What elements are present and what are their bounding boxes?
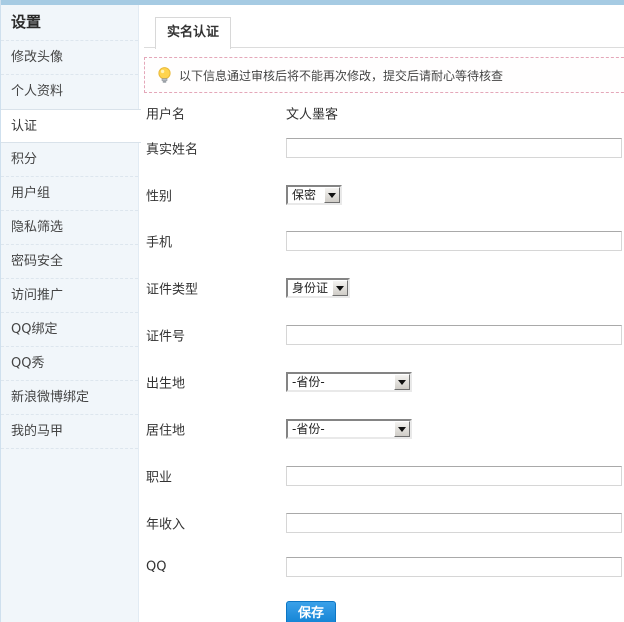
chevron-down-icon (398, 427, 406, 436)
realname-input[interactable] (286, 138, 622, 158)
tab-realname-verification[interactable]: 实名认证 (155, 17, 231, 49)
form-row-residence: 居住地 -省份- (146, 419, 622, 439)
form-row-qq: QQ (146, 557, 622, 577)
qq-label: QQ (146, 560, 166, 575)
username-value: 文人墨客 (286, 104, 338, 123)
sidebar-item-usergroup[interactable]: 用户组 (1, 177, 138, 211)
dropdown-arrow-button[interactable] (394, 421, 410, 437)
form-row-occupation: 职业 (146, 466, 622, 486)
sidebar-item-my-alias[interactable]: 我的马甲 (1, 415, 138, 449)
form-row-birthplace: 出生地 -省份- (146, 372, 622, 392)
idtype-select[interactable]: 身份证 (286, 278, 350, 298)
sidebar-item-qq-bind[interactable]: QQ绑定 (1, 313, 138, 347)
idnumber-input[interactable] (286, 325, 622, 345)
sidebar-item-qq-show[interactable]: QQ秀 (1, 347, 138, 381)
notice-banner: 以下信息通过审核后将不能再次修改，提交后请耐心等待核查 (144, 57, 624, 93)
realname-label: 真实姓名 (146, 139, 198, 158)
form-row-realname: 真实姓名 (146, 138, 622, 158)
form-row-idnumber: 证件号 (146, 325, 622, 345)
qq-input[interactable] (286, 557, 622, 577)
save-button[interactable]: 保存 (286, 601, 336, 622)
gender-label: 性别 (146, 186, 172, 205)
birthplace-select[interactable]: -省份- (286, 372, 412, 392)
form-row-gender: 性别 保密 (146, 185, 622, 205)
form-row-username: 用户名 文人墨客 (146, 103, 622, 123)
residence-select-value: -省份- (288, 422, 394, 436)
form-row-income: 年收入 (146, 513, 622, 533)
settings-page: 设置 修改头像 个人资料 认证 积分 用户组 隐私筛选 密码安全 访问推广 QQ… (0, 0, 624, 622)
dropdown-arrow-button[interactable] (324, 187, 340, 203)
sidebar-item-password-security[interactable]: 密码安全 (1, 245, 138, 279)
idtype-label: 证件类型 (146, 279, 198, 298)
sidebar-item-avatar[interactable]: 修改头像 (1, 41, 138, 75)
sidebar-item-verification[interactable]: 认证 (1, 109, 141, 143)
occupation-input[interactable] (286, 466, 622, 486)
gender-select[interactable]: 保密 (286, 185, 342, 205)
mobile-input[interactable] (286, 231, 622, 251)
residence-label: 居住地 (146, 420, 185, 439)
notice-text: 以下信息通过审核后将不能再次修改，提交后请耐心等待核查 (179, 67, 503, 84)
occupation-label: 职业 (146, 467, 172, 486)
chevron-down-icon (398, 380, 406, 389)
sidebar-item-promotion[interactable]: 访问推广 (1, 279, 138, 313)
lightbulb-icon (157, 67, 172, 84)
sidebar-menu: 修改头像 个人资料 认证 积分 用户组 隐私筛选 密码安全 访问推广 QQ绑定 … (1, 41, 138, 449)
sidebar-item-profile[interactable]: 个人资料 (1, 75, 138, 109)
sidebar-item-weibo-bind[interactable]: 新浪微博绑定 (1, 381, 138, 415)
mobile-label: 手机 (146, 232, 172, 251)
sidebar-item-privacy[interactable]: 隐私筛选 (1, 211, 138, 245)
idtype-select-value: 身份证 (288, 281, 332, 295)
sidebar-title: 设置 (1, 5, 138, 41)
sidebar-item-credits[interactable]: 积分 (1, 143, 138, 177)
birthplace-label: 出生地 (146, 373, 185, 392)
form-row-mobile: 手机 (146, 231, 622, 251)
dropdown-arrow-button[interactable] (394, 374, 410, 390)
form-row-idtype: 证件类型 身份证 (146, 278, 622, 298)
income-input[interactable] (286, 513, 622, 533)
settings-sidebar: 设置 修改头像 个人资料 认证 积分 用户组 隐私筛选 密码安全 访问推广 QQ… (1, 5, 139, 622)
username-label: 用户名 (146, 104, 185, 123)
chevron-down-icon (328, 193, 336, 202)
gender-select-value: 保密 (288, 188, 324, 202)
birthplace-select-value: -省份- (288, 375, 394, 389)
chevron-down-icon (336, 286, 344, 295)
idnumber-label: 证件号 (146, 326, 185, 345)
residence-select[interactable]: -省份- (286, 419, 412, 439)
income-label: 年收入 (146, 514, 185, 533)
dropdown-arrow-button[interactable] (332, 280, 348, 296)
